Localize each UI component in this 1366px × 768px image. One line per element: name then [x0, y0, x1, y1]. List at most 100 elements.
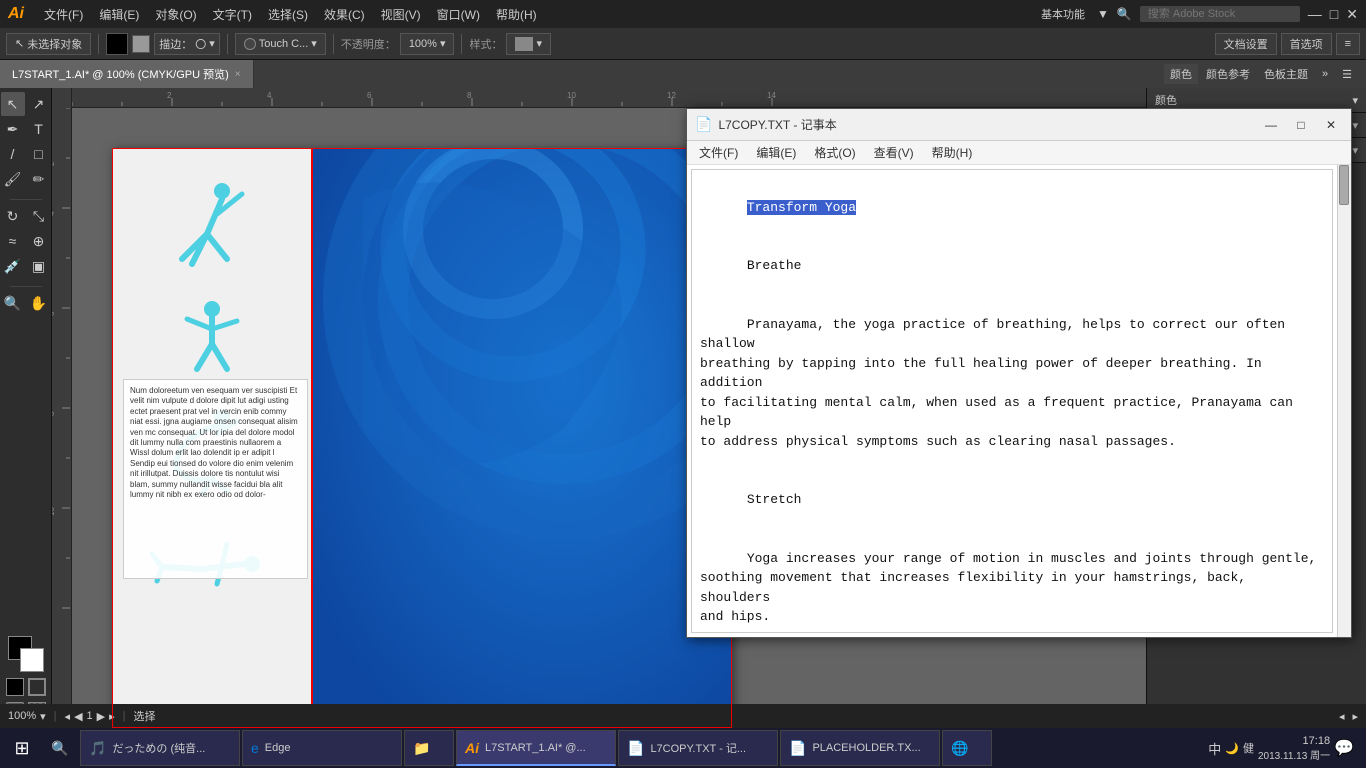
- svg-text:10: 10: [567, 91, 576, 100]
- notepad-content-area[interactable]: Transform Yoga Breathe Pranayama, the yo…: [691, 169, 1333, 633]
- ai-document[interactable]: Num doloreetum ven esequam ver suscipist…: [112, 148, 732, 728]
- toolbar-right: 文档设置 首选项 ≡: [1215, 33, 1360, 55]
- pen-tool[interactable]: ✒: [1, 117, 25, 141]
- menu-text[interactable]: 文字(T): [205, 4, 260, 25]
- notepad-breathe-heading: Breathe: [747, 258, 802, 273]
- fill-color-swatch[interactable]: [106, 33, 128, 55]
- opacity-value[interactable]: 100% ▾: [400, 33, 455, 55]
- keyboard-icon[interactable]: 健: [1243, 740, 1254, 756]
- zoom-tool[interactable]: 🔍: [1, 291, 25, 315]
- blend-tool[interactable]: ⊕: [27, 229, 51, 253]
- notepad-scrollbar[interactable]: [1337, 165, 1351, 637]
- workspace-label[interactable]: 基本功能: [1037, 6, 1089, 22]
- touch-label: Touch C...: [259, 38, 309, 50]
- notepad-minimize-btn[interactable]: —: [1259, 113, 1283, 137]
- search-icon: 🔍: [1117, 7, 1132, 21]
- system-clock: 17:18 2013.11.13 周一: [1258, 735, 1330, 762]
- notepad-menu-help[interactable]: 帮助(H): [924, 142, 981, 163]
- ime-icon[interactable]: 中: [1208, 739, 1221, 758]
- prev-page-btn[interactable]: ◂: [65, 710, 71, 723]
- menu-edit[interactable]: 编辑(E): [91, 4, 147, 25]
- line-tool[interactable]: /: [1, 142, 25, 166]
- prev-page-btn2[interactable]: ◀: [74, 710, 82, 723]
- eyedropper-tool[interactable]: 💉: [1, 254, 25, 278]
- pencil-tool[interactable]: ✏: [27, 167, 51, 191]
- preferences-btn[interactable]: 首选项: [1281, 33, 1332, 55]
- menu-view[interactable]: 视图(V): [373, 4, 429, 25]
- panel-toggle-icon[interactable]: ☰: [1336, 66, 1358, 83]
- doc-tab-close[interactable]: ×: [235, 69, 241, 80]
- taskbar-app-edge-label: Edge: [265, 742, 291, 754]
- opacity-label: 不透明度：: [341, 36, 396, 52]
- tool-row-3: / □: [1, 142, 51, 166]
- color-panel-title: 颜色: [1155, 92, 1177, 108]
- notepad-menu-format[interactable]: 格式(O): [806, 142, 863, 163]
- svg-text:8: 8: [52, 411, 56, 416]
- ai-doc-right-panel: [313, 149, 731, 727]
- artboard-nav-right[interactable]: ▸: [1352, 710, 1358, 723]
- panel-arrows-icon[interactable]: »: [1316, 66, 1334, 82]
- menu-select[interactable]: 选择(S): [260, 4, 316, 25]
- selection-tool[interactable]: ↖: [1, 92, 25, 116]
- svg-text:12: 12: [667, 91, 676, 100]
- menu-window[interactable]: 窗口(W): [429, 4, 488, 25]
- rect-tool[interactable]: □: [27, 142, 51, 166]
- notepad-window[interactable]: 📄 L7COPY.TXT - 记事本 — □ ✕ 文件(F) 编辑(E) 格式(…: [686, 108, 1352, 638]
- stock-search-input[interactable]: [1140, 6, 1300, 22]
- taskbar-app-edge[interactable]: e Edge: [242, 730, 402, 766]
- touch-tool-btn[interactable]: Touch C... ▾: [235, 33, 326, 55]
- notepad-menu-file[interactable]: 文件(F): [691, 142, 746, 163]
- stroke-color-swatch[interactable]: [132, 35, 150, 53]
- menu-effect[interactable]: 效果(C): [316, 4, 373, 25]
- background-swatch[interactable]: [20, 648, 44, 672]
- taskbar-app-notepad2[interactable]: 📄 PLACEHOLDER.TX...: [780, 730, 940, 766]
- next-page-btn[interactable]: ▶: [97, 710, 105, 723]
- color-panel-btn[interactable]: 颜色: [1164, 64, 1198, 84]
- toolbar-more-btn[interactable]: ≡: [1336, 33, 1360, 55]
- doc-tab-active[interactable]: L7START_1.AI* @ 100% (CMYK/GPU 预览) ×: [0, 60, 254, 88]
- swatches-btn[interactable]: 色板主题: [1258, 64, 1314, 84]
- window-maximize-icon[interactable]: □: [1330, 6, 1338, 22]
- menu-object[interactable]: 对象(O): [147, 4, 204, 25]
- hand-tool[interactable]: ✋: [27, 291, 51, 315]
- paintbrush-tool[interactable]: 🖌: [1, 167, 25, 191]
- notepad-menu-edit[interactable]: 编辑(E): [748, 142, 804, 163]
- toolbar-divider-1: [98, 34, 99, 54]
- gradient-tool[interactable]: ▣: [27, 254, 51, 278]
- taskbar-app-explorer[interactable]: 📁: [404, 730, 454, 766]
- notepad-close-btn[interactable]: ✕: [1319, 113, 1343, 137]
- taskbar-search-btn[interactable]: 🔍: [42, 730, 78, 766]
- notepad-scroll-thumb[interactable]: [1339, 165, 1349, 205]
- doc-setup-btn[interactable]: 文档设置: [1215, 33, 1277, 55]
- explorer-icon: 📁: [413, 740, 430, 757]
- fg-bg-swatches[interactable]: [8, 636, 44, 672]
- direct-select-tool[interactable]: ↗: [27, 92, 51, 116]
- taskbar-app-illustrator[interactable]: Ai L7START_1.AI* @...: [456, 730, 616, 766]
- page-number[interactable]: 1: [87, 710, 93, 722]
- fill-none-icon[interactable]: [6, 678, 24, 696]
- notepad-app-icon: 📄: [695, 116, 712, 133]
- stroke-none-icon[interactable]: [28, 678, 46, 696]
- warp-tool[interactable]: ≈: [1, 229, 25, 253]
- artboard-nav-left[interactable]: ◂: [1339, 710, 1345, 723]
- menu-file[interactable]: 文件(F): [36, 4, 91, 25]
- stroke-weight-dropdown[interactable]: 描边： 〇 ▾: [154, 33, 220, 55]
- app-logo: Ai: [8, 5, 24, 23]
- taskbar-app-notepad1[interactable]: 📄 L7COPY.TXT - 记...: [618, 730, 778, 766]
- scale-tool[interactable]: ⤡: [27, 204, 51, 228]
- type-tool[interactable]: T: [27, 117, 51, 141]
- window-minimize-icon[interactable]: —: [1308, 6, 1322, 22]
- rotate-tool[interactable]: ↻: [1, 204, 25, 228]
- window-close-icon[interactable]: ✕: [1346, 6, 1358, 23]
- taskbar-app-browser[interactable]: 🌐: [942, 730, 992, 766]
- notifications-icon[interactable]: 💬: [1334, 738, 1354, 758]
- next-page-btn2[interactable]: ▸: [109, 710, 115, 723]
- style-dropdown[interactable]: ▾: [506, 33, 551, 55]
- menu-help[interactable]: 帮助(H): [488, 4, 545, 25]
- taskbar-app-music[interactable]: 🎵 だっための (纯音...: [80, 730, 240, 766]
- start-button[interactable]: ⊞: [4, 730, 40, 766]
- color-guide-btn[interactable]: 颜色参考: [1200, 64, 1256, 84]
- notepad-maximize-btn[interactable]: □: [1289, 113, 1313, 137]
- notepad-menu-view[interactable]: 查看(V): [866, 142, 922, 163]
- zoom-control[interactable]: 100% ▾: [8, 710, 46, 723]
